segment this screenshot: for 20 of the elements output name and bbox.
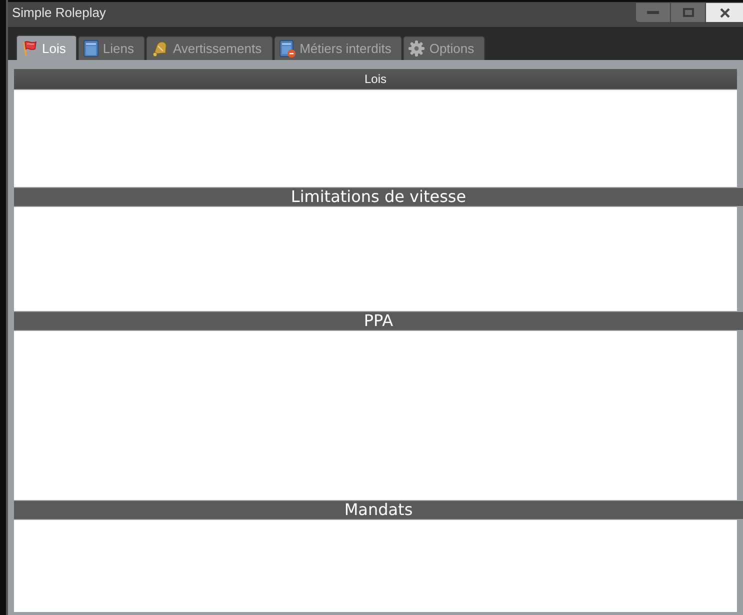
- section-title: Limitations de vitesse: [290, 188, 466, 206]
- tab[interactable]: Options: [403, 36, 486, 60]
- section-title: PPA: [364, 312, 394, 330]
- window-title: Simple Roleplay: [11, 4, 106, 22]
- minimize-icon: [647, 11, 659, 14]
- close-icon: [720, 8, 730, 18]
- tab[interactable]: Métiers interdits: [274, 36, 402, 60]
- gear-icon: [408, 40, 426, 57]
- minimize-button[interactable]: [636, 3, 670, 22]
- maximize-icon: [682, 8, 694, 17]
- close-button[interactable]: [706, 3, 743, 22]
- book-icon: [82, 40, 99, 57]
- tab[interactable]: Lois: [16, 35, 77, 60]
- tab[interactable]: Liens: [78, 36, 145, 60]
- flag-icon: [21, 40, 38, 56]
- book-minus-icon: [278, 40, 296, 58]
- section-title: Mandats: [344, 501, 413, 519]
- tab[interactable]: Avertissements: [146, 36, 273, 60]
- panel-title: Lois: [364, 72, 386, 86]
- bell-icon: [150, 40, 169, 57]
